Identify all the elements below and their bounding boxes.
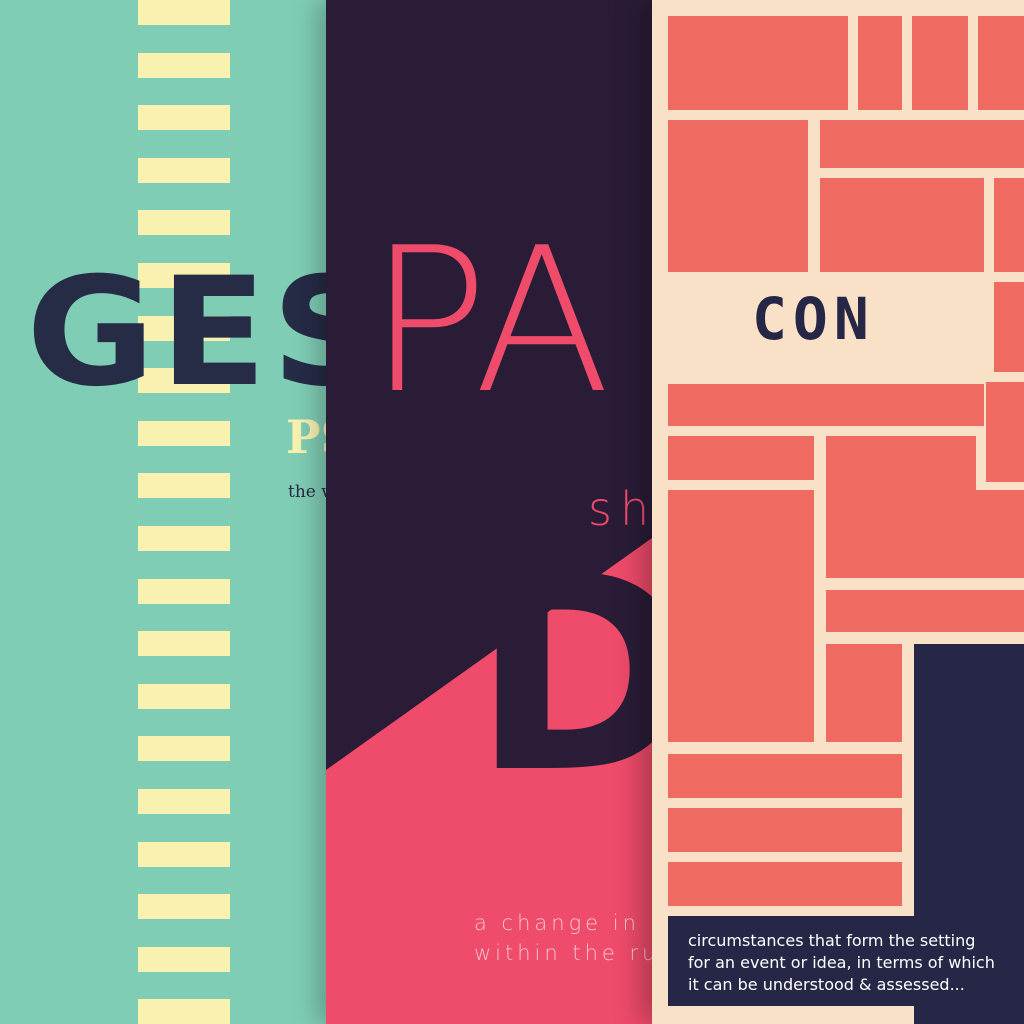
poster-description: circumstances that form the setting for …: [668, 916, 1008, 1006]
stripe-bar: [138, 420, 230, 446]
stripe-bar: [138, 526, 230, 551]
description-line: for an event or idea, in terms of which: [688, 953, 995, 972]
stripe-bar: [138, 210, 230, 236]
brick-block: [826, 644, 902, 742]
poster-description: a change in within the ru: [474, 908, 659, 968]
stripe-bar: [138, 105, 230, 131]
brick-block: [912, 16, 968, 110]
stripe-bar: [138, 736, 230, 762]
stripe-bar: [138, 0, 230, 25]
stripe-column: [138, 0, 230, 1024]
stripe-bar: [138, 157, 230, 183]
brick-block: [994, 282, 1024, 372]
brick-block: [986, 382, 1024, 482]
description-line: a change in: [474, 911, 640, 935]
brick-block: [668, 120, 808, 272]
poster-gestalt: GES PS the w: [0, 0, 340, 1024]
stripe-bar: [138, 578, 230, 604]
stripe-bar: [138, 789, 230, 814]
stripe-bar: [138, 841, 230, 867]
brick-block: [826, 590, 1024, 632]
stripe-bar: [138, 946, 230, 972]
brick-block: [668, 384, 984, 426]
description-line: circumstances that form the setting: [688, 931, 976, 950]
brick-block: [978, 16, 1024, 110]
stripe-bar: [138, 52, 230, 78]
brick-block: [668, 490, 814, 742]
brick-block: [820, 178, 984, 272]
poster-big-letters: DI: [472, 517, 666, 832]
brick-block: [826, 436, 976, 578]
brick-block: [668, 808, 902, 852]
stripe-bar: [138, 631, 230, 657]
brick-block: [994, 178, 1024, 272]
stripe-bar: [138, 894, 230, 920]
description-line: it can be understood & assessed...: [688, 975, 965, 994]
poster-title: CON: [752, 285, 875, 353]
brick-block: [668, 754, 902, 798]
brick-block: [668, 16, 848, 110]
brick-block: [976, 490, 1024, 578]
brick-block: [820, 120, 1024, 168]
description-line: within the ru: [474, 941, 660, 965]
brick-block: [668, 436, 814, 480]
brick-block: [858, 16, 902, 110]
poster-title: GES: [26, 246, 340, 420]
stripe-bar: [138, 999, 230, 1024]
poster-context: CON circumstances that form the setting …: [652, 0, 1024, 1024]
brick-block: [668, 862, 902, 906]
stripe-bar: [138, 473, 230, 499]
poster-paradigm: PA sh DI a change in within the ru: [326, 0, 666, 1024]
poster-title: PA: [368, 205, 611, 438]
stripe-bar: [138, 683, 230, 709]
